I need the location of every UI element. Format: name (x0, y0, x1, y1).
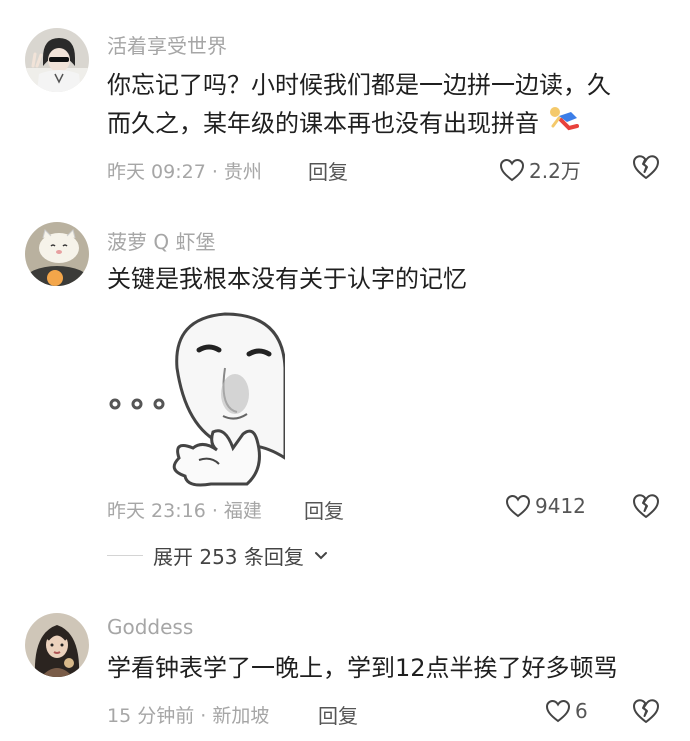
username[interactable]: 活着享受世界 (107, 30, 227, 59)
heart-icon (545, 699, 571, 723)
comment-text-line: 你忘记了吗？小时候我们都是一边拼一边读，久 (107, 71, 611, 99)
comment-text: 学看钟表学了一晚上，学到12点半挨了好多顿骂 (107, 649, 618, 687)
comment-meta: 昨天 23:16 · 福建 (107, 500, 262, 522)
like-button[interactable]: 2.2万 (499, 155, 581, 184)
divider (107, 555, 143, 556)
avatar[interactable] (25, 222, 89, 286)
comment-text-line: 关键是我根本没有关于认字的记忆 (107, 265, 467, 293)
thinking-meme-sticker[interactable] (107, 308, 287, 488)
comment-meta: 昨天 09:27 · 贵州 (107, 161, 262, 183)
dislike-button[interactable] (632, 698, 660, 726)
expand-replies-button[interactable]: 展开 253 条回复 (107, 541, 328, 570)
username[interactable]: Goddess (107, 615, 193, 639)
avatar[interactable] (25, 613, 89, 677)
username[interactable]: 菠萝 Q 虾堡 (107, 226, 215, 255)
comment-meta: 15 分钟前 · 新加坡 (107, 705, 270, 727)
heart-icon (499, 158, 525, 181)
like-count: 9412 (535, 494, 586, 518)
like-count: 2.2万 (529, 159, 581, 183)
expand-replies-label: 展开 253 条回复 (153, 545, 304, 569)
dislike-button[interactable] (632, 154, 660, 182)
reply-button[interactable]: 回复 (304, 495, 344, 524)
broken-heart-icon (633, 494, 659, 518)
like-count: 6 (575, 699, 588, 723)
broken-heart-icon (633, 155, 659, 179)
reply-button[interactable]: 回复 (308, 156, 348, 185)
like-button[interactable]: 9412 (505, 494, 586, 518)
running-figure-emoji (547, 104, 581, 145)
heart-icon (505, 494, 531, 518)
broken-heart-icon (633, 699, 659, 723)
like-button[interactable]: 6 (545, 699, 588, 723)
avatar[interactable] (25, 28, 89, 92)
chevron-down-icon (314, 551, 327, 559)
comment-text: 关键是我根本没有关于认字的记忆 (107, 260, 467, 298)
reply-button[interactable]: 回复 (318, 700, 358, 729)
comment-text: 你忘记了吗？小时候我们都是一边拼一边读，久 而久之，某年级的课本再也没有出现拼音 (107, 66, 611, 145)
dislike-button[interactable] (632, 493, 660, 521)
comment-text-line: 学看钟表学了一晚上，学到12点半挨了好多顿骂 (107, 654, 618, 682)
comment-text-line: 而久之，某年级的课本再也没有出现拼音 (107, 109, 539, 138)
